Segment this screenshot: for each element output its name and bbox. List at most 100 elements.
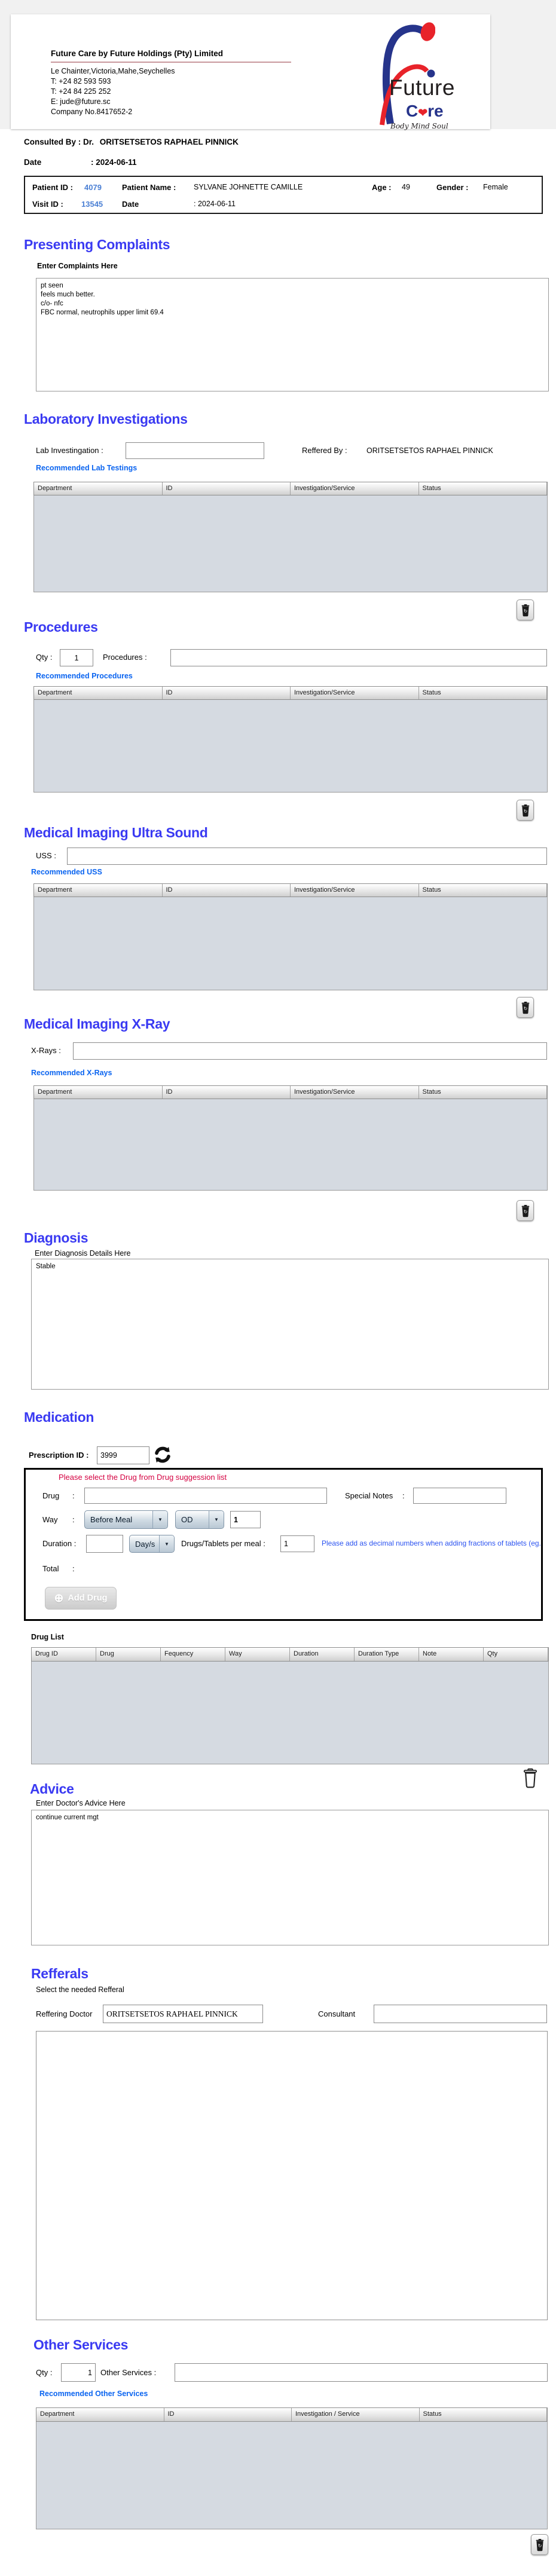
xray-table-header: Department ID Investigation/Service Stat… xyxy=(33,1085,548,1099)
visit-date-value: : 2024-06-11 xyxy=(194,200,236,208)
trash-icon: ↻ xyxy=(521,604,529,616)
duration-input[interactable] xyxy=(86,1535,123,1553)
drug-input[interactable] xyxy=(84,1488,327,1504)
xray-recommended-link: Recommended X-Rays xyxy=(31,1069,112,1077)
svg-text:↻: ↻ xyxy=(537,2543,542,2549)
total-colon: : xyxy=(72,1564,75,1573)
column-header: ID xyxy=(164,2408,292,2421)
chevron-down-icon: ▼ xyxy=(152,1511,167,1528)
company-phone-1: T: +24 82 593 593 xyxy=(51,77,111,85)
svg-text:↻: ↻ xyxy=(523,809,527,814)
xray-table-body xyxy=(33,1099,548,1191)
column-header: Drug xyxy=(96,1648,161,1661)
company-phone-2: T: +24 84 225 252 xyxy=(51,87,111,96)
column-header: Investigation / Service xyxy=(292,2408,420,2421)
column-header: Investigation/Service xyxy=(291,482,419,495)
refresh-icon xyxy=(155,1446,170,1463)
visit-id-value: 13545 xyxy=(81,200,103,209)
uss-table: Department ID Investigation/Service Stat… xyxy=(33,883,548,990)
add-drug-label: Add Drug xyxy=(68,1593,108,1603)
lab-table-body xyxy=(33,495,548,592)
frequency-dropdown[interactable]: OD ▼ xyxy=(175,1510,224,1529)
lab-table: Department ID Investigation/Service Stat… xyxy=(33,482,548,592)
other-qty-input[interactable] xyxy=(61,2363,96,2382)
svg-text:↻: ↻ xyxy=(523,608,527,614)
column-header: Fequency xyxy=(161,1648,225,1661)
lab-referred-value: ORITSETSETOS RAPHAEL PINNICK xyxy=(366,446,493,455)
uss-delete-button[interactable]: ↻ xyxy=(517,997,534,1018)
procedures-input[interactable] xyxy=(170,649,547,666)
xray-input-label: X-Rays : xyxy=(31,1046,61,1055)
patient-id-value: 4079 xyxy=(84,183,102,192)
company-number: Company No.8417652-2 xyxy=(51,108,133,116)
procedures-delete-button[interactable]: ↻ xyxy=(517,800,534,821)
visit-date-label: Date xyxy=(122,200,139,209)
logo-care-re: re xyxy=(427,102,444,120)
other-input-label: Other Services : xyxy=(100,2368,157,2377)
drug-list-table-header: Drug ID Drug Fequency Way Duration Durat… xyxy=(31,1647,549,1662)
company-logo: Future C❤re Body Mind Soul xyxy=(355,16,491,130)
duration-unit-dropdown[interactable]: Day/s ▼ xyxy=(129,1535,175,1553)
lab-input-label: Lab Investingation : xyxy=(36,446,103,455)
other-qty-label: Qty : xyxy=(36,2368,53,2377)
total-label: Total xyxy=(42,1564,59,1573)
drug-label: Drug xyxy=(42,1491,60,1500)
way-dropdown[interactable]: Before Meal ▼ xyxy=(84,1510,168,1529)
fraction-note: Please add as decimal numbers when addin… xyxy=(322,1539,542,1547)
diagnosis-label: Enter Diagnosis Details Here xyxy=(35,1249,131,1258)
uss-input[interactable] xyxy=(67,848,547,865)
presenting-complaints-title: Presenting Complaints xyxy=(24,237,170,252)
column-header: ID xyxy=(163,482,291,495)
chevron-down-icon: ▼ xyxy=(209,1511,224,1528)
lab-investigation-input[interactable] xyxy=(126,442,264,459)
drug-list-table-body xyxy=(31,1662,549,1764)
complaints-textarea[interactable]: pt seen feels much better. c/o- nfc FBC … xyxy=(36,278,549,391)
company-card: Future Care by Future Holdings (Pty) Lim… xyxy=(11,14,491,130)
column-header: ID xyxy=(163,1086,291,1099)
procedures-qty-input[interactable] xyxy=(60,649,93,666)
special-notes-input[interactable] xyxy=(413,1488,506,1504)
referring-doctor-input[interactable] xyxy=(103,2005,263,2023)
prescription-id-input[interactable] xyxy=(97,1446,149,1464)
refresh-prescription-button[interactable] xyxy=(153,1445,172,1464)
patient-gender-label: Gender : xyxy=(436,183,469,192)
referrals-subtitle: Select the needed Refferal xyxy=(36,1985,124,1994)
other-services-table-body xyxy=(36,2422,548,2529)
add-drug-button[interactable]: ⊕ Add Drug xyxy=(45,1587,117,1610)
special-notes-colon: : xyxy=(402,1491,405,1500)
column-header: ID xyxy=(163,687,291,699)
column-header: Department xyxy=(34,482,163,495)
referrals-list-box[interactable] xyxy=(36,2031,548,2320)
other-services-input[interactable] xyxy=(175,2363,548,2382)
patient-name-label: Patient Name : xyxy=(122,183,176,192)
column-header: Investigation/Service xyxy=(291,687,419,699)
per-meal-input[interactable] xyxy=(280,1535,314,1552)
consultant-input[interactable] xyxy=(374,2005,547,2023)
diagnosis-textarea[interactable]: Stable xyxy=(31,1259,549,1390)
column-header: Drug ID xyxy=(32,1648,96,1661)
procedures-table-body xyxy=(33,700,548,793)
xray-input[interactable] xyxy=(73,1042,547,1060)
consulted-by-label: Consulted By : Dr. xyxy=(24,137,94,146)
logo-care-c: C xyxy=(406,102,418,120)
consulted-by-row: Consulted By : Dr. ORITSETSETOS RAPHAEL … xyxy=(24,137,239,146)
svg-text:↻: ↻ xyxy=(523,1209,527,1214)
way-colon: : xyxy=(72,1515,75,1524)
lab-table-header: Department ID Investigation/Service Stat… xyxy=(33,482,548,495)
other-services-title: Other Services xyxy=(33,2337,129,2352)
way-qty-input[interactable] xyxy=(230,1511,261,1528)
trash-icon: ↻ xyxy=(521,804,529,816)
consultant-label: Consultant xyxy=(318,2009,356,2018)
lab-delete-button[interactable]: ↻ xyxy=(517,599,534,620)
trash-icon: ↻ xyxy=(536,2538,543,2551)
advice-delete-button[interactable] xyxy=(523,1768,539,1789)
other-services-delete-button[interactable]: ↻ xyxy=(531,2534,548,2555)
column-header: Qty xyxy=(484,1648,548,1661)
column-header: Investigation/Service xyxy=(291,884,419,897)
column-header: Investigation/Service xyxy=(291,1086,419,1099)
advice-textarea[interactable]: continue current mgt xyxy=(31,1810,549,1945)
advice-label: Enter Doctor's Advice Here xyxy=(36,1799,126,1807)
diagnosis-title: Diagnosis xyxy=(24,1230,88,1246)
xray-delete-button[interactable]: ↻ xyxy=(517,1200,534,1221)
patient-name-value: SYLVANE JOHNETTE CAMILLE xyxy=(194,183,303,191)
